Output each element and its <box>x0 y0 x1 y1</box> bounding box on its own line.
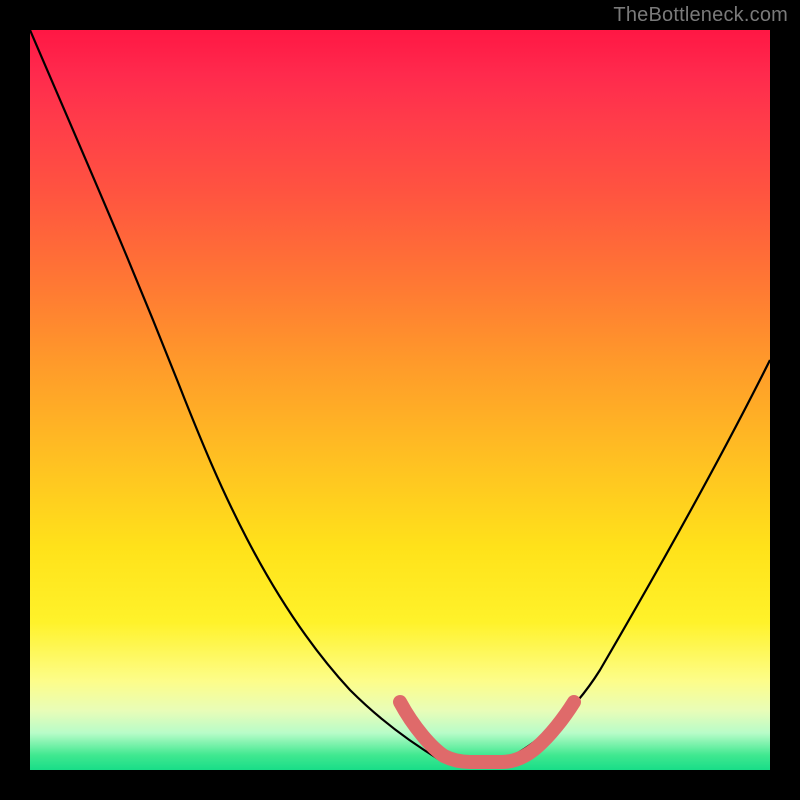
chart-frame: TheBottleneck.com <box>0 0 800 800</box>
curve-overlay <box>30 30 770 770</box>
plot-area <box>30 30 770 770</box>
watermark-text: TheBottleneck.com <box>613 4 788 27</box>
valley-highlight <box>400 702 574 762</box>
bottleneck-curve <box>30 30 770 760</box>
